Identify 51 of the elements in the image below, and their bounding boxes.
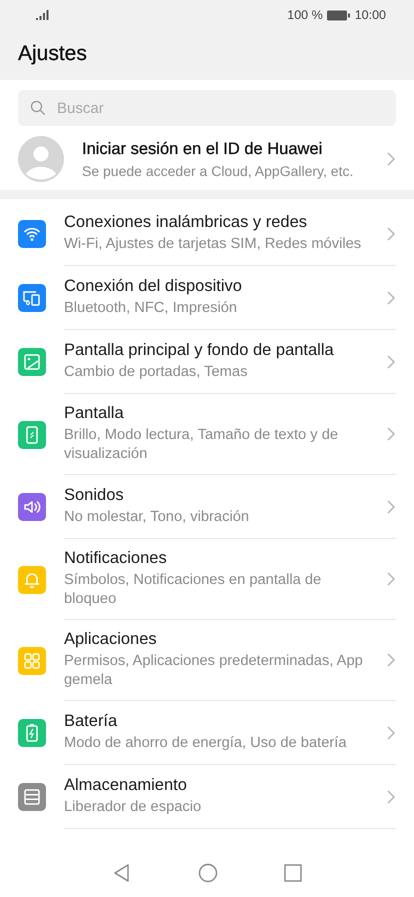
item-subtitle: Wi-Fi, Ajustes de tarjetas SIM, Redes móviles [64, 235, 362, 254]
chevron-icon [386, 788, 396, 804]
chevron-icon [386, 426, 396, 442]
battery-percentage: 100 % [287, 8, 323, 22]
account-title: Iniciar sesión en el ID de Huawei [82, 140, 324, 158]
item-subtitle: Cambio de portadas, Temas [64, 363, 248, 382]
item-subtitle: Modo de ahorro de energía, Uso de batería [64, 734, 348, 753]
settings-item[interactable]: Pantalla Brillo, Modo lectura, Tamaño de texto y de visualización [18, 394, 396, 475]
clock-time: 10:00 [354, 8, 386, 22]
avatar-icon [18, 136, 64, 182]
chevron-icon [386, 226, 396, 242]
signal-icon [36, 10, 50, 20]
item-title: Notificaciones [64, 549, 168, 568]
item-subtitle: Símbolos, Notificaciones en pantalla de bloqueo [64, 571, 322, 609]
home-icon[interactable] [198, 863, 218, 883]
settings-item[interactable]: Almacenamiento Liberador de espacio [18, 765, 396, 829]
chevron-icon [386, 571, 396, 587]
chevron-icon [386, 652, 396, 668]
settings-item[interactable]: Conexión del dispositivo Bluetooth, NFC, Impresión [18, 266, 396, 330]
search-field[interactable]: Buscar [18, 90, 396, 126]
chevron-icon [386, 354, 396, 370]
recents-icon[interactable] [284, 864, 302, 882]
battery-icon [326, 10, 351, 20]
settings-item[interactable]: Pantalla principal y fondo de pantalla Cambio de portadas, Temas [18, 330, 396, 394]
account-row[interactable]: Iniciar sesión en el ID de Huawei Se puede acceder a Cloud, AppGallery, etc. [0, 126, 414, 190]
item-subtitle: No molestar, Tono, vibración [64, 508, 250, 527]
settings-item[interactable]: Notificaciones Símbolos, Notificaciones en pantalla de bloqueo [18, 539, 396, 620]
settings-item[interactable]: Sonidos No molestar, Tono, vibración [18, 475, 396, 539]
item-title: Aplicaciones [64, 630, 158, 649]
settings-item[interactable]: Batería Modo de ahorro de energía, Uso de batería [18, 701, 396, 765]
item-title: Conexión del dispositivo [64, 277, 243, 296]
item-title: Conexiones inalámbricas y redes [64, 213, 308, 232]
item-subtitle: Brillo, Modo lectura, Tamaño de texto y de visualización [64, 426, 340, 464]
chevron-icon [386, 151, 396, 167]
settings-item[interactable]: Aplicaciones Permisos, Aplicaciones predeterminadas, App gemela [18, 620, 396, 701]
item-title: Pantalla [64, 404, 125, 423]
settings-item[interactable]: Conexiones inalámbricas y redes Wi-Fi, Ajustes de tarjetas SIM, Redes móviles [18, 202, 396, 266]
item-title: Almacenamiento [64, 776, 188, 795]
search-input[interactable]: Buscar [55, 98, 384, 118]
item-subtitle: Liberador de espacio [64, 798, 202, 817]
chevron-icon [386, 724, 396, 740]
search-icon [30, 100, 46, 116]
item-subtitle: Bluetooth, NFC, Impresión [64, 299, 238, 318]
page-title: Ajustes [17, 41, 88, 67]
item-title: Sonidos [64, 486, 125, 505]
chevron-icon [386, 290, 396, 306]
item-title: Batería [64, 712, 118, 731]
chevron-icon [386, 498, 396, 514]
item-subtitle: Permisos, Aplicaciones predeterminadas, App gemela [64, 652, 364, 690]
item-title: Pantalla principal y fondo de pantalla [64, 341, 335, 360]
account-subtitle: Se puede acceder a Cloud, AppGallery, etc. [82, 162, 354, 178]
